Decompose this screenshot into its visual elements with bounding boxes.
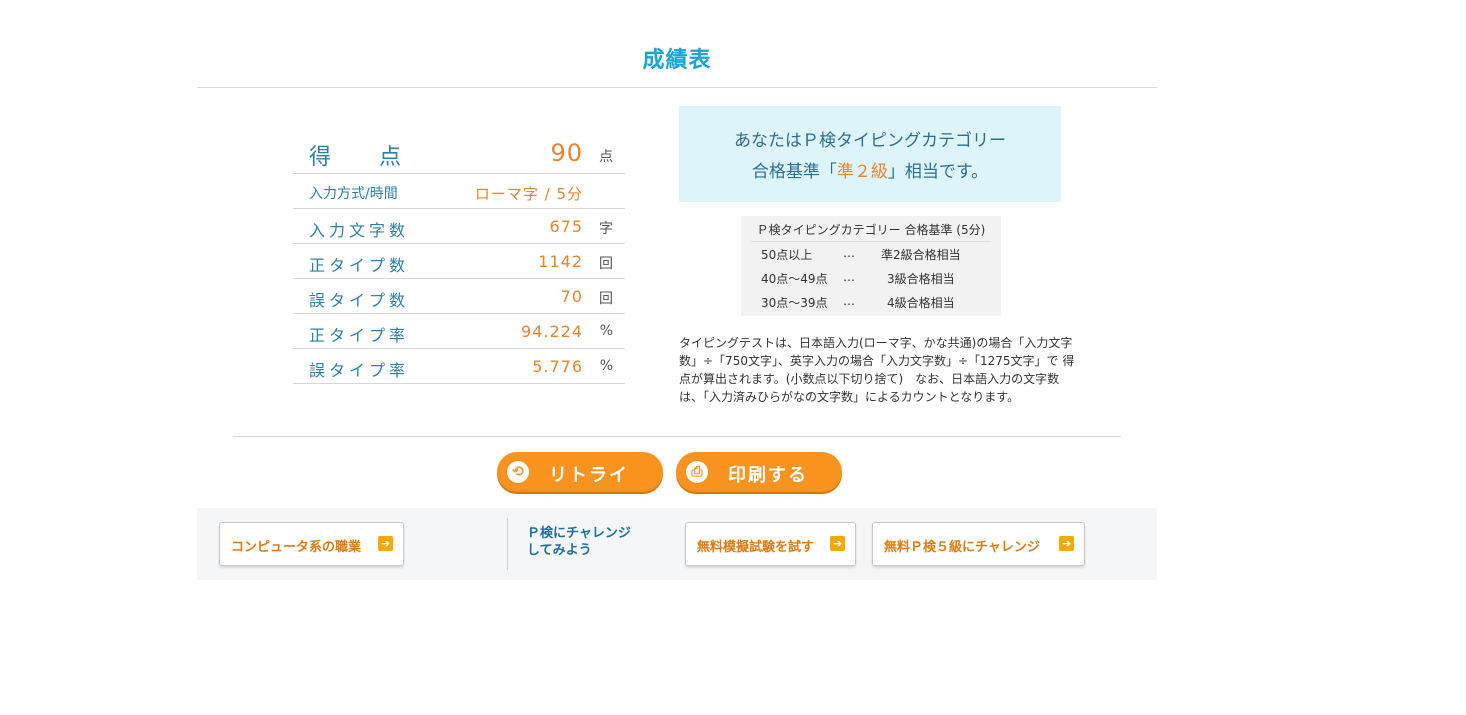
print-button[interactable]: ⎙ 印刷する [676,452,842,492]
result-label: 正タイプ数 [309,256,410,275]
result-row-input-method: 入力方式/時間 ローマ字 / 5分 [293,174,625,209]
criteria-row: 50点以上 … 準2級合格相当 [761,246,961,262]
score-row: 得点 90 点 [293,137,625,174]
result-row-correct-count: 正タイプ数 1142 回 [293,244,625,279]
careers-link-button[interactable]: コンピュータ系の職業 ➔ [219,522,404,566]
scoring-note: タイピングテストは、日本語入力(ローマ字、かな共通)の場合「入力文字 数」÷「7… [679,336,1075,404]
result-label: 誤タイプ数 [309,291,410,310]
result-row-error-rate: 誤タイプ率 5.776 % [293,349,625,384]
result-value: 5.776 [532,357,583,376]
result-value: ローマ字 / 5分 [474,185,583,203]
certification-line1: あなたはＰ検タイピングカテゴリー [734,131,1006,151]
result-unit: % [599,323,613,339]
result-row-correct-rate: 正タイプ率 94.224 % [293,314,625,349]
result-label: 正タイプ率 [309,326,410,345]
divider-middle [233,436,1121,437]
result-label: 誤タイプ率 [309,361,410,380]
score-unit: 点 [599,149,613,165]
result-unit: % [599,358,613,374]
certification-box: あなたはＰ検タイピングカテゴリー 合格基準「準２級」相当です。 [679,106,1061,202]
result-value: 70 [560,287,583,306]
result-label: 入力文字数 [309,221,410,240]
page-title: 成績表 [642,48,712,73]
result-value: 675 [549,217,583,236]
score-table: 得点 90 点 入力方式/時間 ローマ字 / 5分 入力文字数 675 字 正タ… [293,137,625,384]
result-row-char-count: 入力文字数 675 字 [293,209,625,244]
result-unit: 回 [599,256,613,272]
score-value: 90 [550,139,583,167]
mock-exam-button[interactable]: 無料模擬試験を試す ➔ [685,522,856,566]
arrow-right-icon: ➔ [1059,536,1074,551]
printer-icon: ⎙ [686,461,708,483]
criteria-row: 40点～49点 … 3級合格相当 [761,270,955,286]
footer-divider [507,518,508,570]
divider-top [197,87,1157,88]
criteria-divider [751,241,991,242]
level5-challenge-button[interactable]: 無料Ｐ検５級にチャレンジ ➔ [872,522,1085,566]
refresh-icon: ⟲ [507,461,529,483]
arrow-right-icon: ➔ [378,536,393,551]
retry-button[interactable]: ⟲ リトライ [497,452,663,492]
challenge-text: Ｐ検にチャレンジ してみよう [527,526,631,558]
arrow-right-icon: ➔ [830,536,845,551]
result-row-error-count: 誤タイプ数 70 回 [293,279,625,314]
result-value: 1142 [538,252,583,271]
criteria-header: Ｐ検タイピングカテゴリー 合格基準 (5分) [756,223,986,237]
result-label: 入力方式/時間 [309,186,398,202]
result-unit: 回 [599,291,613,307]
criteria-table: Ｐ検タイピングカテゴリー 合格基準 (5分) 50点以上 … 準2級合格相当 4… [741,216,1001,316]
result-unit: 字 [599,221,613,237]
result-value: 94.224 [521,322,583,341]
certification-grade: 準２級 [836,162,888,182]
criteria-row: 30点～39点 … 4級合格相当 [761,294,955,310]
certification-line2: 合格基準「準２級」相当です。 [751,162,989,182]
score-label: 得点 [309,145,402,170]
